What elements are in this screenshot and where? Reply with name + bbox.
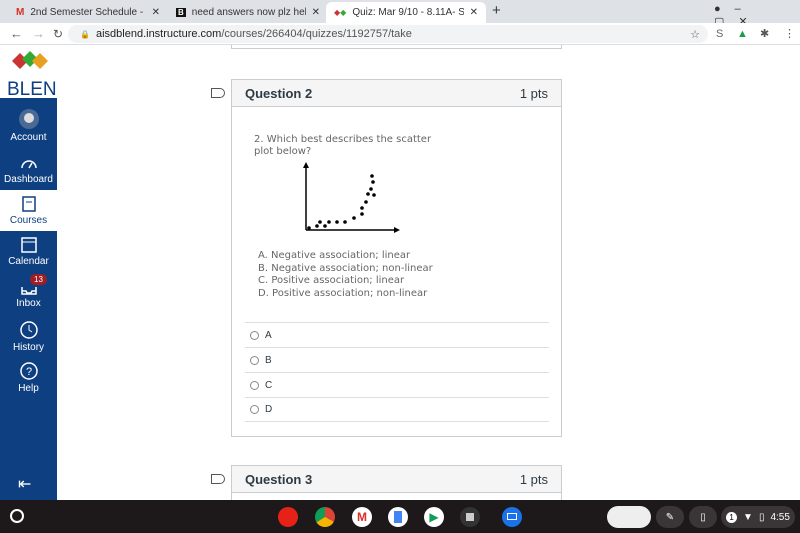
tote-thumbnails[interactable]: [607, 506, 651, 528]
global-nav: Account Dashboard Courses Calendar 13 Inb…: [0, 98, 57, 500]
close-icon[interactable]: ✕: [312, 7, 320, 18]
star-icon[interactable]: ☆: [690, 28, 700, 41]
gmail-app-icon[interactable]: M: [352, 507, 372, 527]
question-2-card: Question 2 1 pts 2. Which best describes …: [231, 79, 562, 437]
calendar-icon: [20, 237, 37, 253]
brainly-icon: B: [176, 8, 186, 17]
new-tab-button[interactable]: +: [492, 2, 501, 19]
close-icon[interactable]: ✕: [152, 7, 160, 18]
question-3-card: Question 3 1 pts: [231, 465, 562, 505]
avatar: [18, 109, 39, 129]
clock-time: 4:55: [770, 511, 790, 523]
help-icon: ?: [19, 362, 38, 380]
answer-option-c[interactable]: C: [245, 372, 549, 397]
question-title: Question 3: [245, 471, 313, 487]
flag-question-icon[interactable]: [211, 88, 225, 98]
address-bar-row: ← → ↻ 🔒 aisdblend.instructure.com/courses…: [0, 23, 800, 45]
svg-text:?: ?: [26, 366, 32, 378]
radio-button[interactable]: [250, 405, 259, 414]
messages-icon[interactable]: [502, 507, 522, 527]
menu-icon[interactable]: ⋮: [784, 27, 795, 40]
question-title: Question 2: [245, 85, 313, 101]
stylus-icon[interactable]: ✎: [656, 506, 684, 528]
system-tray[interactable]: 1 ▼ ▯ 4:55: [721, 506, 795, 528]
radio-button[interactable]: [250, 355, 259, 365]
radio-button[interactable]: [250, 330, 259, 340]
back-icon[interactable]: ←: [10, 26, 23, 41]
scatter-plot-image: [303, 162, 400, 233]
reload-icon[interactable]: ↻: [53, 27, 63, 41]
nav-calendar[interactable]: Calendar: [0, 236, 57, 267]
question-points: 1 pts: [519, 471, 548, 487]
close-icon[interactable]: ✕: [470, 7, 478, 18]
lock-icon: 🔒: [80, 29, 90, 39]
nav-courses[interactable]: Courses: [0, 190, 57, 231]
notification-count: 1: [726, 511, 738, 523]
blend-icon: ◆◆: [334, 8, 347, 17]
answer-option-a[interactable]: A: [245, 322, 549, 347]
inbox-badge: 13: [30, 274, 47, 285]
play-store-icon[interactable]: ▶: [424, 507, 444, 527]
forward-icon[interactable]: →: [32, 26, 45, 41]
taskbar: M ▶ ✎ ▯ 1 ▼ ▯ 4:55: [0, 500, 800, 533]
svg-text:BLEND: BLEND: [7, 79, 57, 98]
nav-help[interactable]: ? Help: [0, 361, 57, 394]
phone-hub-icon[interactable]: ▯: [689, 506, 717, 528]
drive-icon[interactable]: ▲: [737, 28, 748, 40]
flag-question-icon[interactable]: [211, 474, 225, 484]
youtube-icon[interactable]: [278, 507, 298, 527]
chrome-icon[interactable]: [315, 507, 335, 527]
blend-logo[interactable]: BLEND: [0, 45, 70, 100]
extension-s-icon[interactable]: S: [716, 28, 723, 40]
tab-bar: M2nd Semester Schedule - brandon✕ Bneed …: [0, 0, 800, 28]
wifi-icon: ▼: [743, 511, 753, 523]
question-points: 1 pts: [519, 85, 548, 101]
dashboard-icon: [20, 160, 37, 169]
nav-dashboard[interactable]: Dashboard: [0, 154, 57, 185]
answer-option-b[interactable]: B: [245, 347, 549, 372]
answer-choices-text: A. Negative association; linear B. Negat…: [258, 250, 433, 299]
tab-gmail[interactable]: M2nd Semester Schedule - brandon✕: [8, 2, 168, 23]
roblox-icon[interactable]: [460, 507, 480, 527]
clock-icon: [19, 321, 38, 339]
nav-history[interactable]: History: [0, 320, 57, 353]
answer-option-d[interactable]: D: [245, 397, 549, 422]
collapse-nav-icon[interactable]: ⇤: [18, 474, 31, 494]
tab-brainly[interactable]: Bneed answers now plz help - Brainly✕: [168, 2, 328, 23]
launcher-icon[interactable]: [10, 509, 24, 523]
extensions-icon[interactable]: ✱: [760, 27, 769, 40]
battery-icon: ▯: [758, 511, 765, 523]
url-input[interactable]: 🔒 aisdblend.instructure.com/courses/26640…: [68, 25, 708, 43]
question-1-bottom: [231, 45, 562, 49]
docs-icon[interactable]: [388, 507, 408, 527]
courses-icon: [21, 196, 36, 212]
tab-quiz[interactable]: ◆◆Quiz: Mar 9/10 - 8.11A- Scatterplots✕: [326, 2, 486, 23]
radio-button[interactable]: [250, 380, 259, 390]
nav-account[interactable]: Account: [0, 108, 57, 143]
gmail-icon: M: [16, 7, 25, 18]
nav-inbox[interactable]: 13 Inbox: [0, 274, 57, 309]
blend-logo-mark: BLEND: [7, 51, 70, 100]
question-text: 2. Which best describes the scatter plot…: [254, 134, 432, 157]
